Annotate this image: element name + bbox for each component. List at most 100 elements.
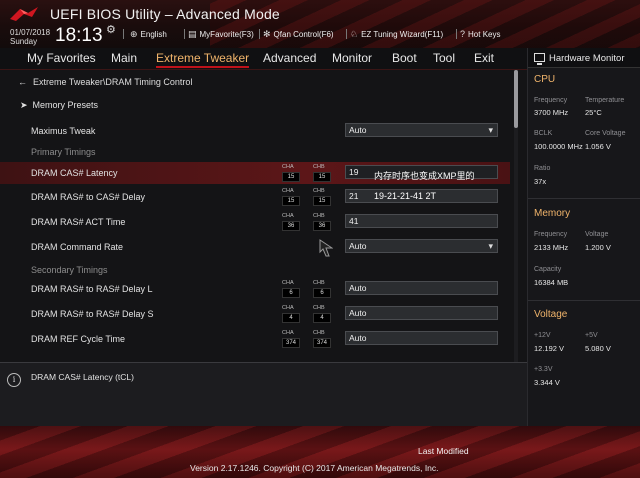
- v12-value: 12.192 V: [534, 344, 565, 353]
- memory-section-title: Memory: [534, 208, 571, 219]
- channel-values: CHA CHB 374 374: [282, 330, 331, 348]
- cha-value: 4: [282, 313, 300, 323]
- primary-timings-header: Primary Timings: [31, 147, 96, 157]
- annotation-line-1: 内存时序也变成XMP里的: [374, 171, 475, 181]
- ras-to-ras-l-input[interactable]: Auto: [345, 281, 498, 295]
- command-rate-select[interactable]: Auto: [345, 239, 498, 253]
- ras-act-time-input[interactable]: 41: [345, 214, 498, 228]
- ratio-value: 37x: [534, 177, 547, 186]
- app-title: UEFI BIOS Utility – Advanced Mode: [50, 6, 280, 22]
- annotation-line-2: 19-21-21-41 2T: [374, 191, 437, 201]
- tab-my-favorites[interactable]: My Favorites: [27, 51, 96, 65]
- cha-value: 15: [282, 196, 300, 206]
- gear-icon[interactable]: ⚙: [106, 23, 116, 36]
- mouse-cursor-icon: [319, 239, 333, 257]
- ras-to-cas-label: DRAM RAS# to CAS# Delay: [31, 192, 146, 202]
- language-button[interactable]: ⊕ English: [130, 29, 167, 40]
- ez-tuning-button[interactable]: ♘ EZ Tuning Wizard(F11): [350, 29, 443, 40]
- hotkeys-button[interactable]: ? Hot Keys: [460, 29, 500, 39]
- chb-label: CHB: [313, 305, 325, 311]
- divider: [346, 29, 347, 39]
- v5-label: +5V: [585, 332, 598, 339]
- v12-label: +12V: [534, 332, 551, 339]
- ez-tuning-label: EZ Tuning Wizard(F11): [361, 30, 444, 39]
- wizard-icon: ♘: [350, 29, 359, 39]
- clock: 18:13: [55, 25, 103, 46]
- memory-presets-label: Memory Presets: [32, 100, 99, 110]
- cha-value: 15: [282, 172, 300, 182]
- title-bar: UEFI BIOS Utility – Advanced Mode 01/07/…: [0, 0, 640, 48]
- bclk-value: 100.0000 MHz: [534, 142, 583, 151]
- command-rate-label: DRAM Command Rate: [31, 242, 124, 252]
- chb-value: 6: [313, 288, 331, 298]
- cpu-temperature-value: 25°C: [585, 108, 602, 117]
- cas-latency-label: DRAM CAS# Latency: [31, 168, 118, 178]
- divider: [259, 29, 260, 39]
- cha-label: CHA: [282, 188, 294, 194]
- breadcrumb[interactable]: ← Extreme Tweaker\DRAM Timing Control: [18, 77, 192, 87]
- chb-value: 4: [313, 313, 331, 323]
- ras-to-ras-s-input[interactable]: Auto: [345, 306, 498, 320]
- memory-frequency-value: 2133 MHz: [534, 243, 569, 252]
- cpu-section-title: CPU: [534, 74, 556, 85]
- maximus-tweak-select[interactable]: Auto: [345, 123, 498, 137]
- cpu-temperature-label: Temperature: [585, 97, 625, 104]
- bclk-label: BCLK: [534, 130, 553, 137]
- chb-label: CHB: [313, 280, 325, 286]
- cha-value: 36: [282, 221, 300, 231]
- ras-act-time-row[interactable]: DRAM RAS# ACT Time CHA CHB 36 36 41: [0, 211, 510, 233]
- hardware-monitor-title: Hardware Monitor: [549, 53, 625, 64]
- help-icon: ?: [460, 29, 466, 39]
- capacity-value: 16384 MB: [534, 278, 569, 287]
- rog-logo-icon: [10, 7, 38, 21]
- chb-label: CHB: [313, 330, 325, 336]
- fan-icon: ✻: [263, 29, 271, 39]
- memory-voltage-label: Voltage: [585, 231, 609, 238]
- breadcrumb-text: Extreme Tweaker\DRAM Timing Control: [33, 77, 193, 87]
- capacity-label: Capacity: [534, 266, 562, 273]
- maximus-tweak-label: Maximus Tweak: [31, 126, 96, 136]
- tab-main[interactable]: Main: [111, 51, 137, 65]
- ratio-label: Ratio: [534, 165, 551, 172]
- channel-values: CHA CHB 4 4: [282, 305, 331, 323]
- v33-value: 3.344 V: [534, 378, 560, 387]
- chb-label: CHB: [313, 164, 325, 170]
- chb-value: 374: [313, 338, 331, 348]
- tab-exit[interactable]: Exit: [474, 51, 494, 65]
- tab-boot[interactable]: Boot: [392, 51, 417, 65]
- ras-to-ras-s-label: DRAM RAS# to RAS# Delay S: [31, 309, 154, 319]
- channel-values: CHA CHB 15 15: [282, 188, 331, 206]
- cha-label: CHA: [282, 330, 294, 336]
- tab-tool[interactable]: Tool: [433, 51, 455, 65]
- hotkeys-label: Hot Keys: [468, 29, 501, 39]
- maximus-tweak-row[interactable]: Maximus Tweak Auto: [0, 120, 510, 142]
- memory-frequency-label: Frequency: [534, 231, 568, 238]
- last-modified-button[interactable]: Last Modified: [418, 446, 469, 456]
- back-arrow-icon[interactable]: ←: [18, 77, 27, 87]
- ras-act-time-label: DRAM RAS# ACT Time: [31, 217, 126, 227]
- tab-extreme-tweaker[interactable]: Extreme Tweaker: [156, 51, 250, 68]
- ras-to-ras-s-row[interactable]: DRAM RAS# to RAS# Delay S CHA CHB 4 4 Au…: [0, 303, 510, 325]
- memory-presets-item[interactable]: ➤ Memory Presets: [20, 100, 98, 111]
- ras-to-ras-l-row[interactable]: DRAM RAS# to RAS# Delay L CHA CHB 6 6 Au…: [0, 278, 510, 300]
- channel-values: CHA CHB 15 15: [282, 164, 331, 182]
- qfan-label: Qfan Control(F6): [273, 30, 334, 39]
- scrollbar-thumb[interactable]: [514, 70, 518, 128]
- cha-label: CHA: [282, 164, 294, 170]
- chevron-right-icon: ➤: [20, 100, 28, 110]
- menu-bar: My Favorites Main Extreme Tweaker Advanc…: [0, 48, 527, 70]
- command-rate-row[interactable]: DRAM Command Rate Auto: [0, 236, 510, 258]
- help-text: DRAM CAS# Latency (tCL): [31, 372, 134, 382]
- myfavorite-button[interactable]: ▤ MyFavorite(F3): [188, 29, 254, 40]
- qfan-button[interactable]: ✻ Qfan Control(F6): [263, 29, 334, 40]
- tab-advanced[interactable]: Advanced: [263, 51, 316, 65]
- myfavorite-label: MyFavorite(F3): [199, 30, 254, 39]
- ref-cycle-time-input[interactable]: Auto: [345, 331, 498, 345]
- language-label: English: [140, 30, 167, 39]
- core-voltage-label: Core Voltage: [585, 130, 626, 137]
- chb-label: CHB: [313, 213, 325, 219]
- divider: [528, 198, 640, 199]
- chb-value: 15: [313, 196, 331, 206]
- ref-cycle-time-row[interactable]: DRAM REF Cycle Time CHA CHB 374 374 Auto: [0, 328, 510, 350]
- tab-monitor[interactable]: Monitor: [332, 51, 372, 65]
